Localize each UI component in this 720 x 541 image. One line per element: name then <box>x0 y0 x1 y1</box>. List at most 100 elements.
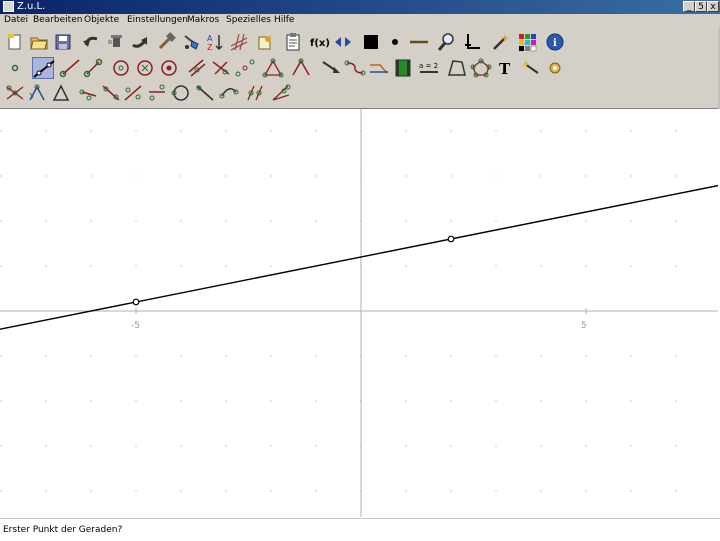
wand-icon[interactable] <box>490 31 512 53</box>
circle-icon[interactable] <box>110 57 132 79</box>
grid-dot <box>135 400 137 402</box>
menu-einstellungen[interactable]: Einstellungen <box>127 14 188 27</box>
undo-icon[interactable] <box>80 31 102 53</box>
menu-datei[interactable]: Datei <box>4 14 28 27</box>
polygon-edit-icon[interactable] <box>470 57 492 79</box>
delete-icon[interactable] <box>104 31 126 53</box>
menu-bearbeiten[interactable]: Bearbeiten <box>33 14 82 27</box>
function-icon[interactable]: f(x) <box>308 31 330 53</box>
menu-hilfe[interactable]: Hilfe <box>274 14 294 27</box>
grid-dot <box>450 130 452 132</box>
expression-icon[interactable]: a = 2 <box>418 57 440 79</box>
curve-icon[interactable] <box>344 57 366 79</box>
grid-dot <box>630 220 632 222</box>
save-icon[interactable] <box>52 31 74 53</box>
grid-dot <box>675 130 677 132</box>
palette-icon[interactable] <box>516 31 538 53</box>
reflection-icon[interactable] <box>26 82 48 104</box>
plot-area[interactable]: -5 5 <box>0 109 719 517</box>
grid-dot <box>90 445 92 447</box>
menu-makros[interactable]: Makros <box>187 14 219 27</box>
grid-dot <box>45 355 47 357</box>
window-title: Z.u.L. <box>17 1 46 12</box>
grid-dot <box>0 220 2 222</box>
grid-dot <box>540 490 542 492</box>
diagonal-icon[interactable] <box>194 82 216 104</box>
grid-dot <box>225 265 227 267</box>
grid-dot <box>585 265 587 267</box>
midpoint-icon[interactable] <box>234 57 256 79</box>
circle-fixed-icon[interactable] <box>134 57 156 79</box>
tool-wand-icon[interactable] <box>520 57 542 79</box>
triangle-icon[interactable] <box>262 57 284 79</box>
angle-bisector-icon[interactable] <box>270 82 292 104</box>
construction-point[interactable] <box>132 298 140 306</box>
info-icon[interactable]: i <box>544 31 566 53</box>
maximize-button[interactable]: 5 <box>695 1 707 12</box>
grid-dot <box>135 355 137 357</box>
dot-icon[interactable] <box>384 31 406 53</box>
title-bar[interactable]: Z.u.L. _ 5 x <box>0 0 720 14</box>
sort-icon[interactable]: AZ <box>204 31 226 53</box>
settings-icon[interactable] <box>544 57 566 79</box>
grid-dot <box>0 130 2 132</box>
construction-canvas[interactable]: -5 5 <box>0 109 720 517</box>
grid-dot <box>90 220 92 222</box>
grid-dot <box>90 355 92 357</box>
line-segment-icon[interactable] <box>408 31 430 53</box>
polygon-icon[interactable] <box>446 57 468 79</box>
clipboard-icon[interactable] <box>282 31 304 53</box>
copy-icon[interactable] <box>254 31 276 53</box>
axes-icon[interactable] <box>460 31 482 53</box>
point-icon[interactable] <box>4 57 26 79</box>
circle-chain-icon[interactable] <box>146 82 168 104</box>
grid-dot <box>0 265 2 267</box>
move-icon[interactable] <box>320 57 342 79</box>
grid-dot <box>495 355 497 357</box>
grid-dot <box>225 130 227 132</box>
grid-dot <box>450 175 452 177</box>
polyline-icon[interactable] <box>218 82 240 104</box>
open-icon[interactable] <box>28 31 50 53</box>
black-square-icon[interactable] <box>360 31 382 53</box>
hammer-icon[interactable] <box>156 31 178 53</box>
chain-icon[interactable] <box>122 82 144 104</box>
grid-dot <box>540 175 542 177</box>
angle-icon[interactable] <box>290 57 312 79</box>
circle-three-icon[interactable] <box>158 57 180 79</box>
grid-dot <box>180 130 182 132</box>
triangle-outline-icon[interactable] <box>50 82 72 104</box>
grid-dot <box>90 265 92 267</box>
paint-icon[interactable] <box>180 31 202 53</box>
new-icon[interactable] <box>4 31 26 53</box>
tangent-icon[interactable] <box>100 82 122 104</box>
line-icon[interactable] <box>32 57 55 79</box>
bezier-icon[interactable] <box>368 57 390 79</box>
grid-dot <box>315 175 317 177</box>
close-button[interactable]: x <box>707 1 719 12</box>
perpendicular-icon[interactable] <box>210 57 232 79</box>
construction-point[interactable] <box>447 235 455 243</box>
circle-point-icon[interactable] <box>170 82 192 104</box>
film-icon[interactable] <box>392 57 414 79</box>
grid-icon[interactable] <box>228 31 250 53</box>
redo-icon[interactable] <box>128 31 150 53</box>
grid-dot <box>135 265 137 267</box>
zoom-icon[interactable] <box>436 31 458 53</box>
minimize-button[interactable]: _ <box>683 1 695 12</box>
parallel-icon[interactable] <box>186 57 208 79</box>
intersection-icon[interactable] <box>4 82 26 104</box>
grid-dot <box>180 445 182 447</box>
text-icon[interactable]: T <box>494 57 516 79</box>
menu-objekte[interactable]: Objekte <box>84 14 119 27</box>
pointset-icon[interactable] <box>78 82 100 104</box>
arrows-icon[interactable] <box>332 31 354 53</box>
menu-spezielles[interactable]: Spezielles <box>226 14 271 27</box>
grid-dot <box>675 400 677 402</box>
ray-icon[interactable] <box>58 57 80 79</box>
segment-icon[interactable] <box>82 57 104 79</box>
pair-icon[interactable] <box>244 82 266 104</box>
grid-dot <box>180 265 182 267</box>
app-icon[interactable] <box>3 1 14 12</box>
status-bar: Erster Punkt der Geraden? <box>0 518 720 541</box>
